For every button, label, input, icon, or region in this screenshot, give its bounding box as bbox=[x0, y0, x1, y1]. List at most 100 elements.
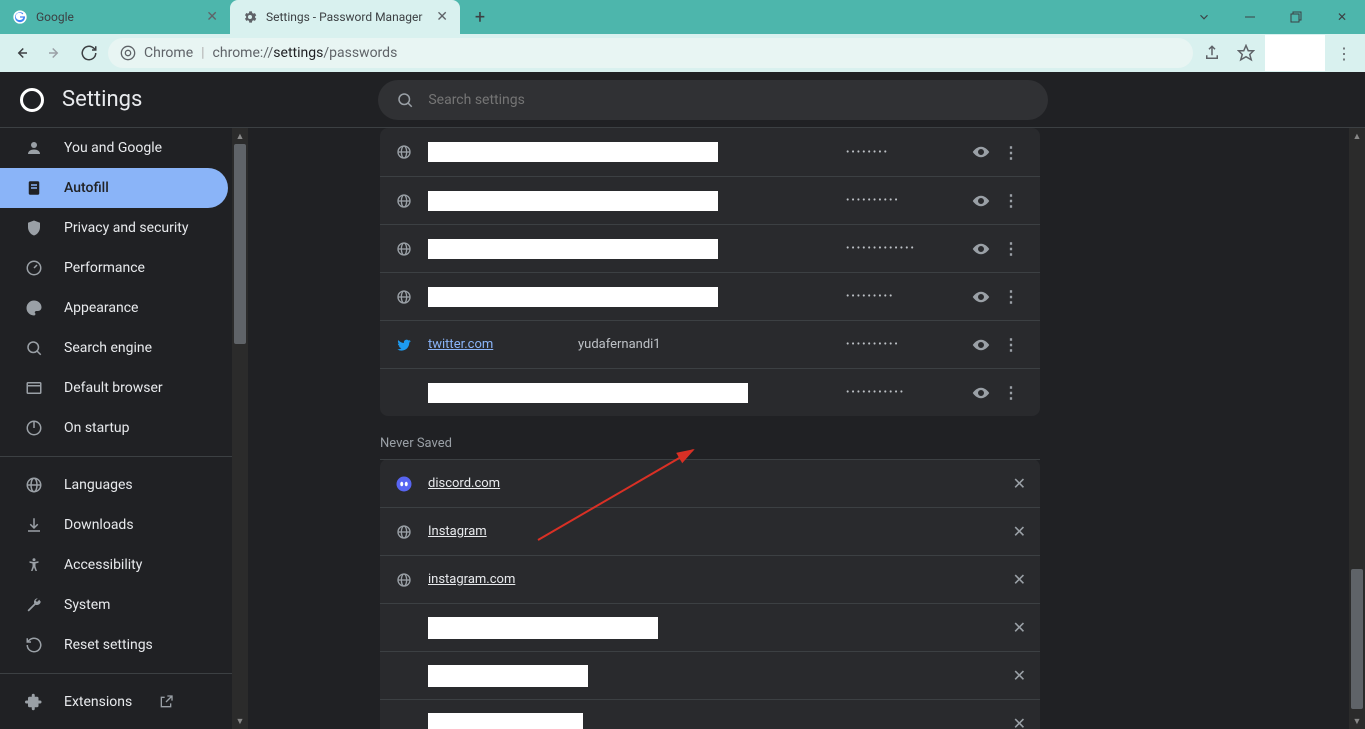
never-saved-row[interactable]: ✕ bbox=[380, 651, 1040, 699]
close-icon[interactable]: ✕ bbox=[204, 7, 220, 27]
scroll-thumb[interactable] bbox=[234, 144, 246, 344]
more-icon[interactable]: ⋮ bbox=[996, 287, 1026, 306]
never-saved-site-link[interactable]: Instagram bbox=[428, 524, 487, 539]
never-saved-row[interactable]: instagram.com ✕ bbox=[380, 555, 1040, 603]
more-icon[interactable]: ⋮ bbox=[996, 191, 1026, 210]
more-icon[interactable]: ⋮ bbox=[996, 335, 1026, 354]
password-row[interactable]: ••••••••⋮ bbox=[380, 128, 1040, 176]
site-favicon bbox=[394, 383, 414, 403]
never-saved-site-link[interactable]: instagram.com bbox=[428, 572, 515, 587]
omnibox[interactable]: Chrome | chrome://settings/passwords bbox=[108, 38, 1193, 68]
search-icon bbox=[24, 339, 44, 357]
sidebar-label: Languages bbox=[64, 477, 133, 493]
redacted-site bbox=[428, 191, 718, 211]
maximize-button[interactable] bbox=[1273, 0, 1319, 34]
never-saved-row[interactable]: ✕ bbox=[380, 699, 1040, 729]
remove-icon[interactable]: ✕ bbox=[1013, 522, 1026, 541]
sidebar-item-privacy-and-security[interactable]: Privacy and security bbox=[0, 208, 228, 248]
show-password-icon[interactable] bbox=[966, 143, 996, 161]
page-title: Settings bbox=[62, 87, 142, 112]
new-tab-button[interactable]: + bbox=[466, 3, 494, 31]
minimize-button[interactable] bbox=[1227, 0, 1273, 34]
sidebar-item-downloads[interactable]: Downloads bbox=[0, 505, 228, 545]
redacted-site bbox=[428, 239, 718, 259]
remove-icon[interactable]: ✕ bbox=[1013, 474, 1026, 493]
password-username: yudafernandi1 bbox=[578, 337, 728, 352]
show-password-icon[interactable] bbox=[966, 384, 996, 402]
show-password-icon[interactable] bbox=[966, 192, 996, 210]
sidebar-item-reset-settings[interactable]: Reset settings bbox=[0, 625, 228, 665]
sidebar-item-you-and-google[interactable]: You and Google bbox=[0, 128, 228, 168]
show-password-icon[interactable] bbox=[966, 288, 996, 306]
scroll-down-icon[interactable]: ▼ bbox=[232, 713, 248, 729]
sidebar-item-appearance[interactable]: Appearance bbox=[0, 288, 228, 328]
password-row[interactable]: twitter.comyudafernandi1••••••••••⋮ bbox=[380, 320, 1040, 368]
password-row[interactable]: ••••••••••••• ⋮ bbox=[380, 224, 1040, 272]
more-icon[interactable]: ⋮ bbox=[996, 239, 1026, 258]
sidebar-item-on-startup[interactable]: On startup bbox=[0, 408, 228, 448]
sidebar-item-default-browser[interactable]: Default browser bbox=[0, 368, 228, 408]
tabs-dropdown-icon[interactable] bbox=[1181, 0, 1227, 34]
tab-google[interactable]: Google ✕ bbox=[0, 0, 230, 34]
never-saved-site-link[interactable]: discord.com bbox=[428, 476, 500, 491]
sidebar-scrollbar[interactable]: ▲ ▼ bbox=[232, 128, 248, 729]
sidebar-item-languages[interactable]: Languages bbox=[0, 465, 228, 505]
scroll-up-icon[interactable]: ▲ bbox=[232, 128, 248, 144]
scroll-down-icon[interactable]: ▼ bbox=[1349, 713, 1365, 729]
autofill-icon bbox=[24, 179, 44, 197]
sidebar-item-search-engine[interactable]: Search engine bbox=[0, 328, 228, 368]
main-scrollbar[interactable]: ▲ ▼ bbox=[1349, 128, 1365, 729]
share-icon[interactable] bbox=[1197, 38, 1227, 68]
remove-icon[interactable]: ✕ bbox=[1013, 714, 1026, 729]
never-saved-row[interactable]: Instagram ✕ bbox=[380, 507, 1040, 555]
tab-settings[interactable]: Settings - Password Manager ✕ bbox=[230, 0, 460, 34]
password-site-link[interactable]: twitter.com bbox=[428, 337, 578, 352]
forward-button[interactable] bbox=[40, 38, 70, 68]
sidebar-label: Autofill bbox=[64, 180, 109, 196]
close-icon[interactable]: ✕ bbox=[434, 7, 450, 27]
show-password-icon[interactable] bbox=[966, 336, 996, 354]
more-icon[interactable]: ⋮ bbox=[996, 143, 1026, 162]
back-button[interactable] bbox=[6, 38, 36, 68]
google-favicon bbox=[12, 9, 28, 25]
sidebar-item-performance[interactable]: Performance bbox=[0, 248, 228, 288]
profile-placeholder[interactable] bbox=[1265, 35, 1325, 71]
passwords-card: ••••••••⋮••••••••••⋮•••••••••••••⋮••••••… bbox=[380, 128, 1040, 416]
sidebar-item-autofill[interactable]: Autofill bbox=[0, 168, 228, 208]
globe-icon bbox=[24, 476, 44, 494]
remove-icon[interactable]: ✕ bbox=[1013, 570, 1026, 589]
settings-header: Settings bbox=[0, 72, 1365, 128]
bookmark-icon[interactable] bbox=[1231, 38, 1261, 68]
never-saved-row[interactable]: discord.com ✕ bbox=[380, 459, 1040, 507]
chrome-logo-icon bbox=[20, 88, 44, 112]
site-favicon bbox=[394, 666, 414, 686]
wrench-icon bbox=[24, 596, 44, 614]
sidebar-label: Downloads bbox=[64, 517, 134, 533]
gear-icon bbox=[242, 9, 258, 25]
site-favicon bbox=[394, 618, 414, 638]
remove-icon[interactable]: ✕ bbox=[1013, 618, 1026, 637]
window-titlebar: Google ✕ Settings - Password Manager ✕ +… bbox=[0, 0, 1365, 34]
never-saved-row[interactable]: ✕ bbox=[380, 603, 1040, 651]
more-icon[interactable]: ⋮ bbox=[996, 383, 1026, 402]
menu-icon[interactable]: ⋮ bbox=[1329, 38, 1359, 68]
remove-icon[interactable]: ✕ bbox=[1013, 666, 1026, 685]
search-input[interactable] bbox=[428, 92, 1030, 108]
scroll-thumb[interactable] bbox=[1351, 569, 1363, 709]
password-dots: ••••••••••••• bbox=[846, 243, 926, 254]
search-settings-box[interactable] bbox=[378, 80, 1048, 120]
sidebar-item-accessibility[interactable]: Accessibility bbox=[0, 545, 228, 585]
palette-icon bbox=[24, 299, 44, 317]
browser-icon bbox=[24, 379, 44, 397]
sidebar-item-extensions[interactable]: Extensions bbox=[0, 682, 228, 722]
show-password-icon[interactable] bbox=[966, 240, 996, 258]
reload-button[interactable] bbox=[74, 38, 104, 68]
site-favicon bbox=[394, 714, 414, 729]
scroll-up-icon[interactable]: ▲ bbox=[1349, 128, 1365, 144]
site-favicon bbox=[394, 570, 414, 590]
sidebar-item-system[interactable]: System bbox=[0, 585, 228, 625]
password-row[interactable]: •••••••••••⋮ bbox=[380, 368, 1040, 416]
close-window-button[interactable]: ✕ bbox=[1319, 0, 1365, 34]
password-row[interactable]: •••••••••⋮ bbox=[380, 272, 1040, 320]
password-row[interactable]: ••••••••••⋮ bbox=[380, 176, 1040, 224]
